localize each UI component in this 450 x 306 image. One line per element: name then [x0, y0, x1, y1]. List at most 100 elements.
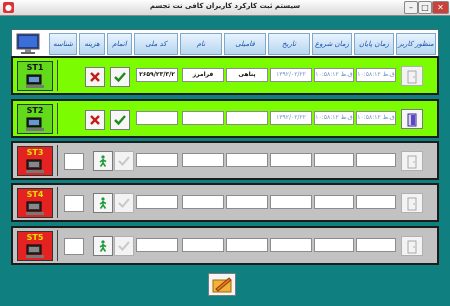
separator [57, 103, 58, 134]
monitor-icon [16, 33, 40, 54]
separator [57, 145, 58, 176]
id-field[interactable] [64, 153, 84, 170]
station-row-st5: ST5 [11, 226, 439, 265]
header-name: نام [180, 33, 222, 55]
close-button[interactable]: ✕ [432, 1, 449, 14]
green-check-icon [114, 72, 126, 83]
name-field[interactable] [182, 195, 224, 209]
date-field[interactable] [270, 195, 312, 209]
confirm-button[interactable] [114, 236, 134, 256]
name-field[interactable] [182, 238, 224, 252]
green-check-icon [118, 198, 130, 208]
end-time-field[interactable]: ق.ظ ۱۰:۵۸:۱۲ [356, 111, 396, 125]
door-icon [407, 197, 417, 211]
title-bar: ● سیستم ثبت کارکرد کاربران کافی نت تجسم … [0, 0, 450, 16]
station-row-st2: ST2 ۱۳۹۲/۰۲/۲۲ ق.ظ ۱۰:۵۸:۱۲ ق.ظ ۱۰:۵۸:۱۲ [11, 99, 439, 138]
name-field[interactable]: فرامرز [182, 68, 224, 82]
confirm-button[interactable] [110, 110, 130, 130]
header-id: شناسه [49, 33, 77, 55]
start-button[interactable] [93, 236, 113, 256]
walking-person-icon [99, 197, 107, 209]
door-button[interactable] [401, 193, 423, 213]
start-time-field[interactable] [314, 153, 354, 167]
id-field[interactable] [64, 238, 84, 255]
door-icon [407, 113, 417, 127]
name-field[interactable] [182, 111, 224, 125]
header-finish: اتمام [107, 33, 132, 55]
green-check-icon [118, 156, 130, 166]
computer-icon [26, 117, 44, 131]
header-cost: هزینه [79, 33, 105, 55]
family-field[interactable] [226, 238, 268, 252]
maximize-button[interactable]: □ [418, 1, 432, 14]
confirm-button[interactable] [114, 193, 134, 213]
computer-icon [26, 244, 44, 258]
cancel-button[interactable] [85, 67, 105, 87]
red-x-icon [90, 115, 100, 125]
name-field[interactable] [182, 153, 224, 167]
table-header: شناسه هزینه اتمام کد ملی نام فامیلی تاری… [11, 29, 439, 58]
code-field[interactable]: ۲۶۵۹/۲۳/۳/۲ [136, 68, 178, 82]
door-button[interactable] [401, 151, 423, 171]
station-badge[interactable]: ST4 [17, 188, 53, 218]
header-start-time: زمان شروع [312, 33, 352, 55]
id-field[interactable] [64, 195, 84, 212]
door-button[interactable] [401, 66, 423, 86]
pencil-save-icon [212, 277, 232, 293]
start-time-field[interactable] [314, 238, 354, 252]
code-field[interactable] [136, 111, 178, 125]
header-date: تاریخ [268, 33, 310, 55]
green-check-icon [114, 115, 126, 126]
station-badge[interactable]: ST5 [17, 231, 53, 261]
end-time-field[interactable] [356, 153, 396, 167]
code-field[interactable] [136, 153, 178, 167]
family-field[interactable] [226, 153, 268, 167]
end-time-field[interactable] [356, 195, 396, 209]
header-code: کد ملی [134, 33, 178, 55]
date-field[interactable] [270, 153, 312, 167]
door-icon [407, 70, 417, 84]
minimize-button[interactable]: – [404, 1, 418, 14]
start-time-field[interactable]: ق.ظ ۱۰:۵۸:۱۲ [314, 111, 354, 125]
family-field[interactable]: پناهی [226, 68, 268, 82]
code-field[interactable] [136, 195, 178, 209]
red-x-icon [90, 72, 100, 82]
end-time-field[interactable] [356, 238, 396, 252]
end-time-field[interactable]: ق.ظ ۱۰:۵۸:۱۲ [356, 68, 396, 82]
door-icon [407, 155, 417, 169]
start-button[interactable] [93, 151, 113, 171]
computer-icon [26, 74, 44, 88]
save-report-button[interactable] [208, 273, 236, 296]
station-row-st4: ST4 [11, 183, 439, 222]
header-family: فامیلی [224, 33, 266, 55]
station-badge[interactable]: ST3 [17, 146, 53, 176]
station-row-st3: ST3 [11, 141, 439, 180]
start-button[interactable] [93, 193, 113, 213]
date-field[interactable]: ۱۳۹۲/۰۲/۲۲ [270, 111, 312, 125]
start-time-field[interactable]: ق.ظ ۱۰:۵۸:۱۲ [314, 68, 354, 82]
family-field[interactable] [226, 111, 268, 125]
separator [57, 187, 58, 218]
station-badge[interactable]: ST2 [17, 104, 53, 134]
family-field[interactable] [226, 195, 268, 209]
computer-icon [26, 201, 44, 215]
confirm-button[interactable] [110, 67, 130, 87]
code-field[interactable] [136, 238, 178, 252]
door-icon [407, 240, 417, 254]
date-field[interactable] [270, 238, 312, 252]
header-end-time: زمان پایان [354, 33, 394, 55]
walking-person-icon [99, 240, 107, 252]
station-badge[interactable]: ST1 [17, 61, 53, 91]
cancel-button[interactable] [85, 110, 105, 130]
confirm-button[interactable] [114, 151, 134, 171]
computer-icon [26, 159, 44, 173]
date-field[interactable]: ۱۳۹۲/۰۲/۲۲ [270, 68, 312, 82]
separator [57, 230, 58, 261]
walking-person-icon [99, 155, 107, 167]
green-check-icon [118, 241, 130, 251]
separator [57, 60, 58, 91]
start-time-field[interactable] [314, 195, 354, 209]
app-window: ● سیستم ثبت کارکرد کاربران کافی نت تجسم … [0, 0, 450, 306]
door-button[interactable] [401, 236, 423, 256]
door-button[interactable] [401, 109, 423, 129]
